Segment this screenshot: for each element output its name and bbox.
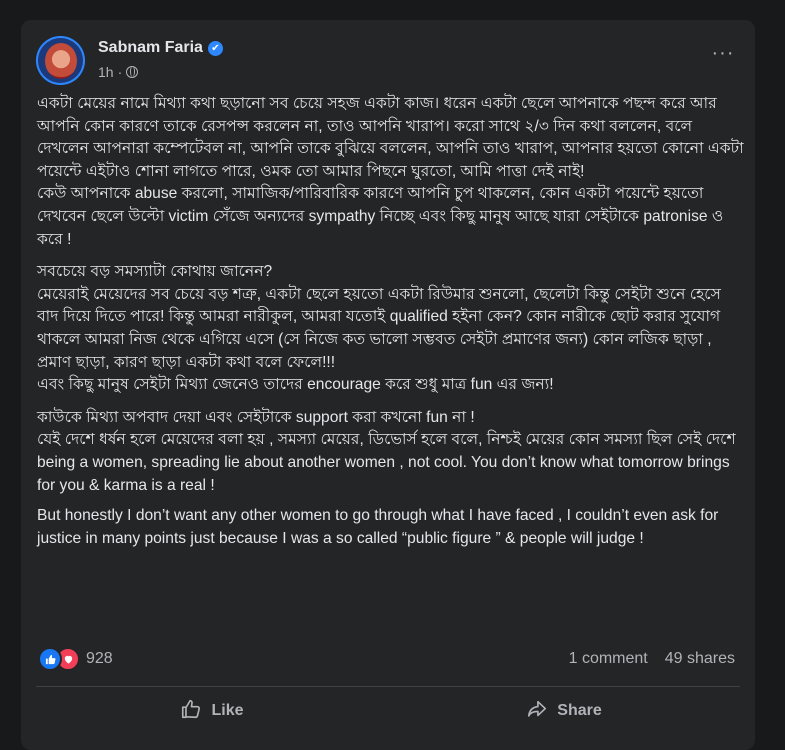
share-button[interactable]: Share: [388, 691, 740, 731]
author-name[interactable]: Sabnam Faria: [98, 39, 203, 57]
meta-separator: ·: [117, 64, 123, 80]
thumbs-up-icon: [180, 698, 202, 725]
post-paragraph: But honestly I don’t want any other wome…: [37, 507, 719, 547]
share-label: Share: [557, 702, 602, 719]
post-card: Sabnam Faria ✔ 1h · ··· একটা মেয়ের নামে…: [21, 20, 755, 750]
author-row: Sabnam Faria ✔: [98, 39, 223, 57]
avatar[interactable]: [36, 36, 85, 85]
like-label: Like: [211, 702, 244, 719]
post-paragraph: সবচেয়ে বড় সমস্যাটা কোথায় জানেন? মেয়ে…: [37, 263, 721, 394]
like-button[interactable]: Like: [36, 691, 388, 731]
more-options-button[interactable]: ···: [708, 43, 738, 66]
verified-badge-icon: ✔: [207, 40, 223, 56]
reactions-summary[interactable]: 928: [38, 647, 113, 671]
reaction-count: 928: [86, 650, 113, 667]
globe-icon[interactable]: [126, 66, 139, 78]
post-meta: 1h ·: [98, 64, 139, 80]
post-paragraph: কাউকে মিথ্যা অপবাদ দেয়া এবং সেইটাকে sup…: [37, 408, 736, 494]
divider: [36, 686, 740, 687]
engagement-stats: 1 comment 49 shares: [569, 650, 735, 668]
share-arrow-icon: [526, 698, 548, 725]
post-header: Sabnam Faria ✔ 1h · ···: [36, 36, 740, 86]
post-time[interactable]: 1h: [98, 64, 114, 80]
post-paragraph: একটা মেয়ের নামে মিথ্যা কথা ছড়ানো সব চে…: [37, 95, 744, 248]
comment-count-link[interactable]: 1 comment: [569, 650, 648, 668]
like-reaction-icon: [38, 647, 62, 671]
action-bar: Like Share: [36, 691, 740, 731]
post-text: একটা মেয়ের নামে মিথ্যা কথা ছড়ানো সব চে…: [37, 93, 745, 560]
share-count-link[interactable]: 49 shares: [665, 650, 735, 668]
